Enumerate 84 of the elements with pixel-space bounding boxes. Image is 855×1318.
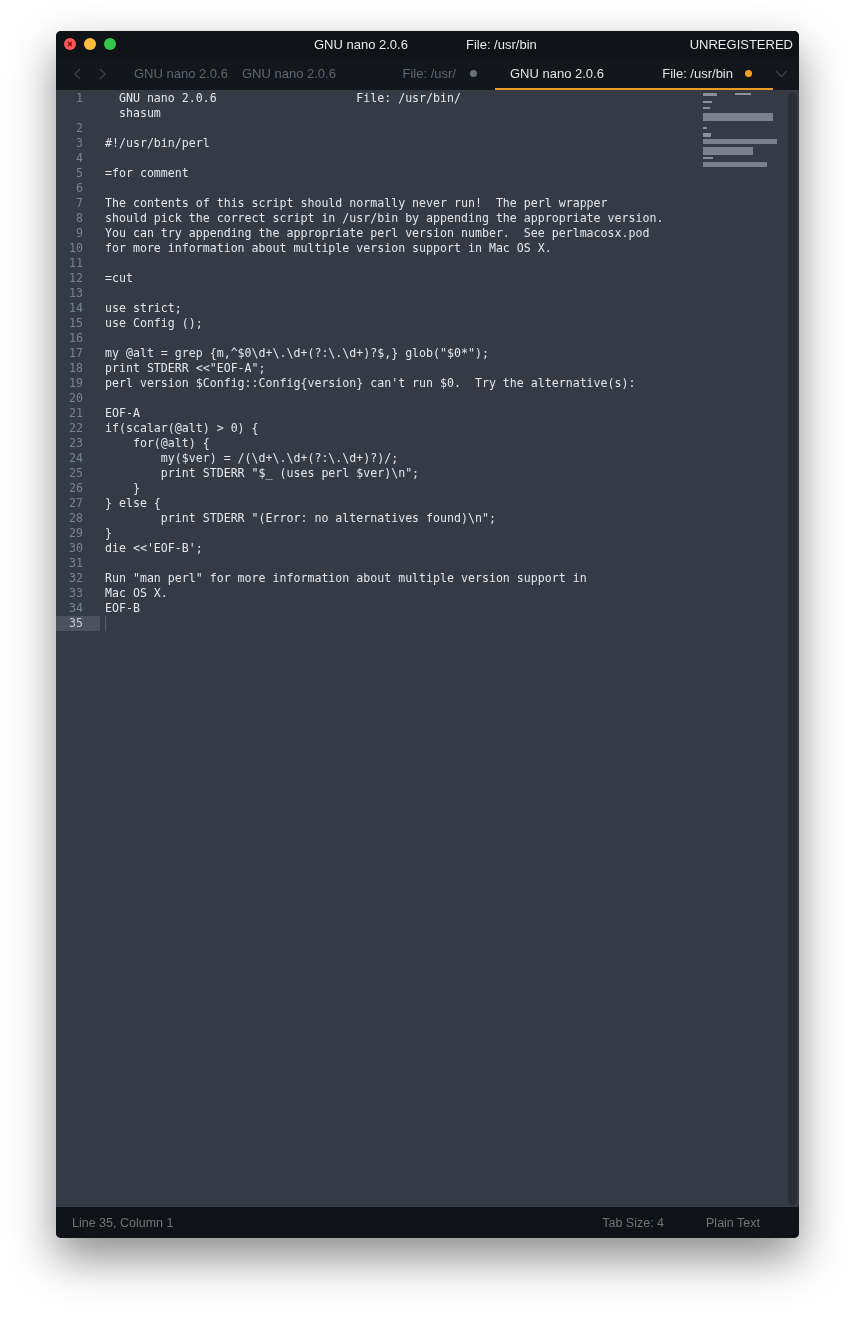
code-line: You can try appending the appropriate perl version number. See perlmacosx.pod — [104, 226, 650, 241]
line-number: 26 — [68, 481, 84, 496]
line-number: 27 — [68, 496, 84, 511]
minimize-button[interactable] — [84, 38, 96, 50]
line-number: 9 — [75, 226, 84, 241]
tab-size-label[interactable]: Tab Size: 4 — [602, 1215, 665, 1230]
back-icon[interactable] — [74, 67, 82, 80]
line-number: 18 — [68, 361, 84, 376]
line-number: 4 — [75, 151, 84, 166]
code-line: for(@alt) { — [131, 436, 210, 451]
line-number: 15 — [68, 316, 84, 331]
line-number: 5 — [75, 166, 84, 181]
unsaved-dot-icon — [470, 70, 477, 77]
tab-title: GNU nano 2.0.6 — [510, 66, 604, 81]
unsaved-dot-icon — [745, 70, 752, 77]
window-subtitle: File: /usr/bin — [465, 36, 537, 52]
line-number: 7 — [75, 196, 84, 211]
text-cursor — [105, 616, 106, 631]
close-button[interactable] — [64, 38, 76, 50]
code-line: my($ver) = /(\d+\.\d+(?:\.\d+)?)/; — [159, 451, 399, 466]
code-line: Run "man perl" for more information about multiple version support in — [104, 571, 587, 586]
tab-path: File: /usr/ — [402, 66, 456, 81]
line-number: 13 — [68, 286, 84, 301]
line-number: 8 — [75, 211, 84, 226]
code-line: } else { — [104, 496, 161, 511]
line-number: 29 — [68, 526, 84, 541]
code-line: Mac OS X. — [104, 586, 168, 601]
editor-tab[interactable]: GNU nano 2.0.6 File: /usr/bin — [495, 57, 773, 90]
line-number: 2 — [75, 121, 84, 136]
line-number: 21 — [68, 406, 84, 421]
license-label: UNREGISTERED — [689, 36, 793, 52]
tab-title: GNU nano 2.0.6 — [134, 66, 228, 81]
code-line: use strict; — [104, 301, 182, 316]
code-line: =cut — [104, 271, 133, 286]
line-number: 34 — [68, 601, 84, 616]
code-line: should pick the correct script in /usr/bin by appending the appropriate version. — [104, 211, 664, 226]
line-number: 20 — [68, 391, 84, 406]
tab-title: GNU nano 2.0.6 — [242, 66, 336, 81]
code-line: perl version $Config::Config{version} can't run $0. Try the alternative(s): — [104, 376, 636, 391]
code-line: use Config (); — [104, 316, 203, 331]
line-number: 3 — [75, 136, 84, 151]
line-number: 31 — [68, 556, 84, 571]
code-line: =for comment — [104, 166, 189, 181]
editor-tab[interactable]: GNU nano 2.0.6 File: /usr/ — [235, 57, 495, 90]
code-line: print STDERR "$_ (uses perl $ver)\n"; — [159, 466, 420, 481]
line-number: 28 — [68, 511, 84, 526]
line-number: 24 — [68, 451, 84, 466]
code-line: for more information about multiple version support in Mac OS X. — [104, 241, 552, 256]
line-number: 32 — [68, 571, 84, 586]
cursor-position: Line 35, Column 1 — [72, 1215, 174, 1230]
code-line: my @alt = grep {m,^$0\d+\.\d+(?:\.\d+)?$,} glob("$0*"); — [104, 346, 489, 361]
zoom-button[interactable] — [104, 38, 116, 50]
code-line: The contents of this script should normally never run! The perl wrapper — [104, 196, 608, 211]
code-line: print STDERR "(Error: no alternatives found)\n"; — [159, 511, 496, 526]
line-number: 1 — [75, 91, 84, 106]
editor-tab[interactable]: GNU nano 2.0.6 — [127, 57, 235, 90]
code-line: } — [131, 481, 140, 496]
code-line: } — [104, 526, 112, 541]
line-number: 14 — [68, 301, 84, 316]
forward-icon[interactable] — [98, 67, 106, 80]
line-number: 16 — [68, 331, 84, 346]
line-number: 17 — [68, 346, 84, 361]
line-number: 25 — [68, 466, 84, 481]
line-number: 30 — [68, 541, 84, 556]
line-number: 35 — [56, 616, 100, 631]
window-title: GNU nano 2.0.6 — [314, 36, 408, 52]
line-number: 23 — [68, 436, 84, 451]
code-line: EOF-A — [104, 406, 140, 421]
line-number: 11 — [68, 256, 84, 271]
code-line: print STDERR <<"EOF-A"; — [104, 361, 266, 376]
chevron-down-icon[interactable] — [775, 69, 788, 78]
line-number: 12 — [68, 271, 84, 286]
syntax-label[interactable]: Plain Text — [706, 1215, 760, 1230]
code-line: EOF-B — [104, 601, 140, 616]
code-line: die <<'EOF-B'; — [104, 541, 203, 556]
line-number: 10 — [68, 241, 84, 256]
code-line: #!/usr/bin/perl — [104, 136, 210, 151]
line-number: 6 — [75, 181, 84, 196]
tab-path: File: /usr/bin — [662, 66, 733, 81]
code-line: if(scalar(@alt) > 0) { — [104, 421, 259, 436]
line-number: 33 — [68, 586, 84, 601]
code-line: GNU nano 2.0.6 File: /usr/bin/ shasum — [117, 91, 461, 121]
line-number: 19 — [68, 376, 84, 391]
line-number: 22 — [68, 421, 84, 436]
